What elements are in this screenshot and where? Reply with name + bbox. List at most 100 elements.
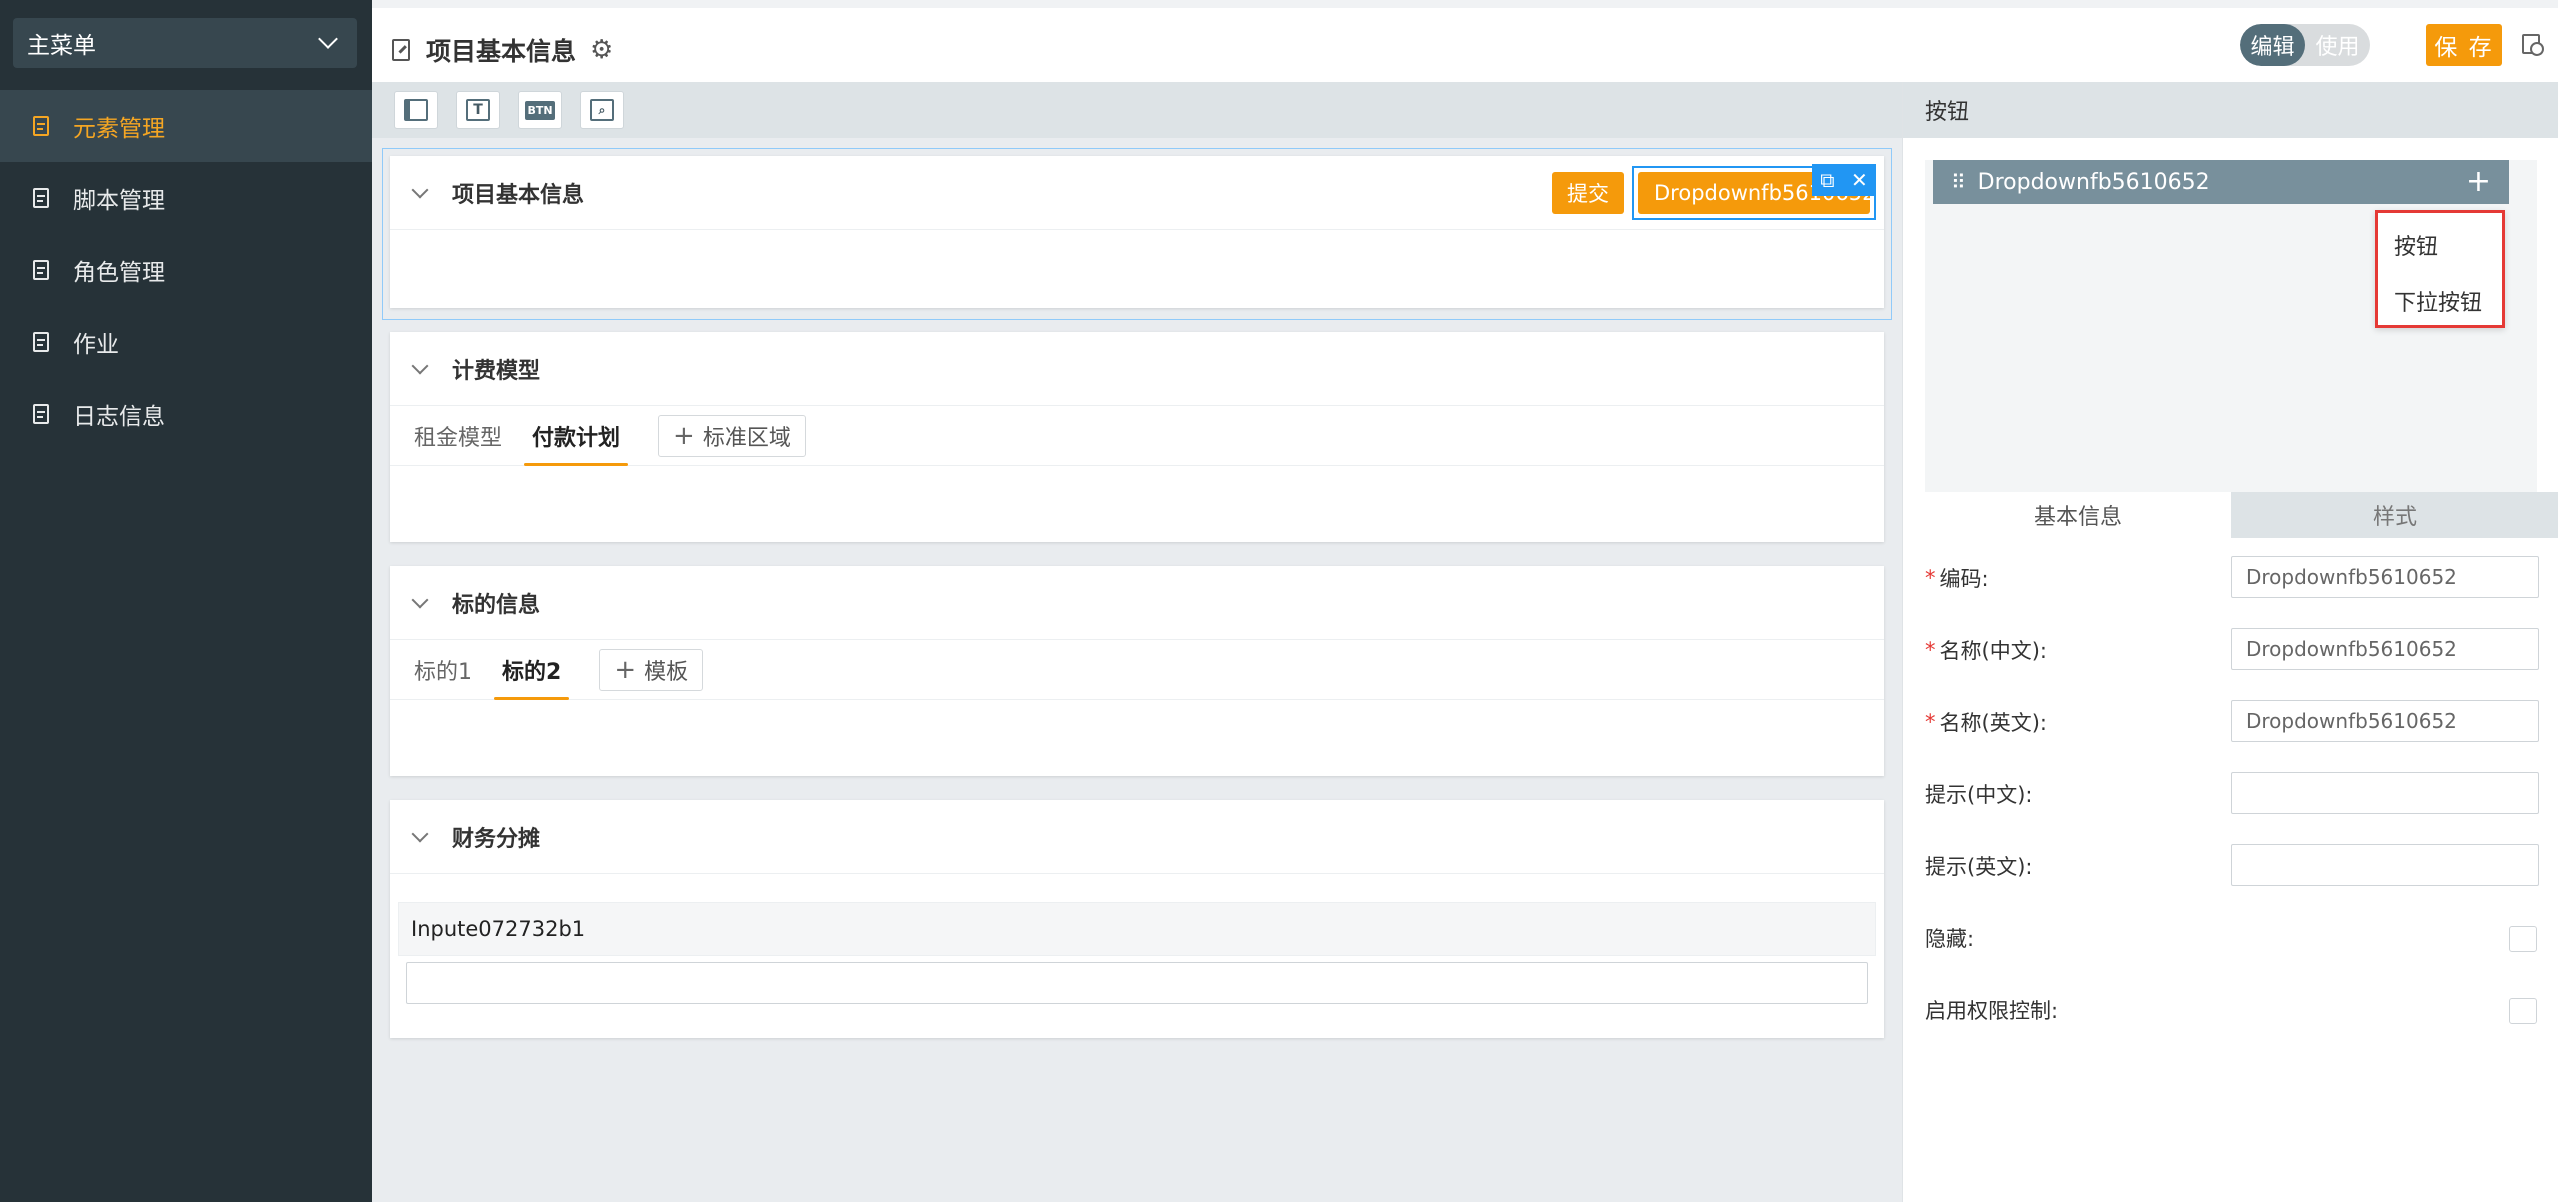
add-tab-label: 模板: [644, 659, 689, 685]
button-list-item[interactable]: ⠿ Dropdownfb5610652 +: [1933, 160, 2509, 204]
sidebar-item-role-management[interactable]: 角色管理: [0, 234, 372, 306]
name-en-input[interactable]: Dropdownfb5610652: [2231, 700, 2539, 742]
plus-icon: +: [614, 654, 637, 685]
text-tool-button[interactable]: T: [456, 91, 500, 129]
add-icon[interactable]: +: [2466, 164, 2491, 199]
tab-subject-1[interactable]: 标的1: [414, 640, 472, 700]
hint-cn-input[interactable]: [2231, 772, 2539, 814]
layout-icon: [404, 99, 428, 121]
name-cn-input[interactable]: Dropdownfb5610652: [2231, 628, 2539, 670]
button-list-item-label: Dropdownfb5610652: [1977, 169, 2210, 195]
page-title: 项目基本信息 ⚙: [392, 32, 613, 68]
settings-copy-icon[interactable]: [2522, 34, 2544, 56]
required-marker: *: [1925, 566, 1936, 590]
page-title-text: 项目基本信息: [426, 37, 577, 66]
component-toolbar: T BTN ⌕: [372, 82, 1902, 138]
input-field-label[interactable]: Inpute072732b1: [398, 902, 1876, 956]
form-label: 提示(中文):: [1925, 783, 2033, 807]
form-row-name-en: * 名称(英文): Dropdownfb5610652: [1925, 700, 2539, 744]
document-icon: [33, 332, 49, 352]
document-icon: [33, 260, 49, 280]
button-tool-button[interactable]: BTN: [518, 91, 562, 129]
hidden-checkbox[interactable]: [2509, 926, 2537, 952]
main-menu-label: 主菜单: [27, 33, 96, 59]
panel-title: 财务分摊: [452, 826, 541, 852]
chevron-down-icon[interactable]: [411, 181, 429, 198]
dropdown-option-dropdown-button[interactable]: 下拉按钮: [2378, 273, 2502, 329]
sidebar: 主菜单 元素管理 脚本管理 角色管理 作业 日志信息: [0, 0, 372, 1202]
sidebar-item-element-management[interactable]: 元素管理: [0, 90, 372, 162]
sidebar-item-label: 脚本管理: [73, 188, 165, 214]
chevron-down-icon[interactable]: [411, 357, 429, 374]
query-tool-button[interactable]: ⌕: [580, 91, 624, 129]
sidebar-nav: 元素管理 脚本管理 角色管理 作业 日志信息: [0, 90, 372, 450]
document-icon: [33, 404, 49, 424]
sidebar-item-jobs[interactable]: 作业: [0, 306, 372, 378]
form-row-hint-en: 提示(英文):: [1925, 844, 2539, 888]
sidebar-item-label: 作业: [73, 332, 119, 358]
tab-payment-plan[interactable]: 付款计划: [524, 406, 629, 466]
document-icon: [33, 188, 49, 208]
chevron-down-icon[interactable]: [411, 825, 429, 842]
submit-button[interactable]: 提交: [1552, 172, 1624, 214]
sidebar-item-label: 角色管理: [73, 260, 165, 286]
add-tab-label: 标准区域: [702, 425, 791, 451]
code-input[interactable]: Dropdownfb5610652: [2231, 556, 2539, 598]
required-marker: *: [1925, 638, 1936, 662]
form-row-hint-cn: 提示(中文):: [1925, 772, 2539, 816]
panel-billing-model[interactable]: 计费模型 租金模型 付款计划 + 标准区域: [390, 332, 1884, 542]
panel-tabs: 标的1 标的2 + 模板: [390, 640, 1884, 700]
save-button[interactable]: 保 存: [2426, 24, 2502, 66]
add-template-button[interactable]: + 模板: [599, 648, 704, 691]
tab-subject-2[interactable]: 标的2: [494, 640, 570, 700]
properties-tabs: 基本信息 样式: [1925, 492, 2558, 538]
header: 项目基本信息 ⚙ 编辑 使用 保 存: [372, 0, 2558, 82]
tab-style[interactable]: 样式: [2231, 492, 2558, 538]
selection-actions: ⧉ ✕: [1812, 164, 1876, 196]
form-row-permission: 启用权限控制:: [1925, 988, 2539, 1032]
panel-subject-info[interactable]: 标的信息 标的1 标的2 + 模板: [390, 566, 1884, 776]
permission-control-checkbox[interactable]: [2509, 998, 2537, 1024]
form-label: 提示(英文):: [1925, 855, 2033, 879]
mode-edit-option[interactable]: 编辑: [2240, 24, 2305, 66]
sidebar-item-label: 日志信息: [73, 404, 165, 430]
panel-header[interactable]: 财务分摊: [390, 800, 1884, 874]
panel-tabs: 租金模型 付款计划 + 标准区域: [390, 406, 1884, 466]
sidebar-item-script-management[interactable]: 脚本管理: [0, 162, 372, 234]
properties-panel: 按钮 ⠿ Dropdownfb5610652 + 按钮 下拉按钮 基本信息 样式…: [1902, 82, 2558, 1202]
document-icon: [33, 116, 49, 136]
add-standard-area-button[interactable]: + 标准区域: [658, 414, 806, 457]
panel-header[interactable]: 标的信息: [390, 566, 1884, 640]
gear-icon[interactable]: ⚙: [590, 35, 613, 65]
form-row-name-cn: * 名称(中文): Dropdownfb5610652: [1925, 628, 2539, 672]
button-icon: BTN: [525, 100, 555, 120]
search-form-icon: ⌕: [590, 99, 614, 121]
form-label: 隐藏:: [1925, 927, 1975, 951]
panel-title: 标的信息: [452, 592, 541, 618]
required-marker: *: [1925, 710, 1936, 734]
sidebar-item-logs[interactable]: 日志信息: [0, 378, 372, 450]
panel-title: 计费模型: [452, 358, 541, 384]
edit-document-icon: [392, 39, 410, 61]
sidebar-item-label: 元素管理: [73, 116, 165, 142]
plus-icon: +: [673, 420, 695, 451]
tab-rent-model[interactable]: 租金模型: [414, 406, 502, 466]
mode-toggle[interactable]: 编辑 使用: [2240, 24, 2370, 66]
form-label: 编码:: [1939, 567, 1989, 591]
input-field[interactable]: [406, 962, 1868, 1004]
dropdown-option-button[interactable]: 按钮: [2378, 217, 2502, 273]
main-menu-select[interactable]: 主菜单: [13, 18, 357, 68]
layout-tool-button[interactable]: [394, 91, 438, 129]
drag-handle-icon[interactable]: ⠿: [1951, 170, 1966, 194]
form-label: 名称(中文):: [1939, 639, 2047, 663]
mode-use-option[interactable]: 使用: [2305, 24, 2370, 66]
chevron-down-icon[interactable]: [411, 591, 429, 608]
panel-header[interactable]: 计费模型: [390, 332, 1884, 406]
add-type-dropdown: 按钮 下拉按钮: [2375, 210, 2505, 328]
close-icon[interactable]: ✕: [1851, 168, 1868, 192]
hint-en-input[interactable]: [2231, 844, 2539, 886]
copy-icon[interactable]: ⧉: [1820, 168, 1834, 192]
panel-title: 项目基本信息: [452, 182, 585, 208]
form-row-hidden: 隐藏:: [1925, 916, 2539, 960]
tab-basic-info[interactable]: 基本信息: [1925, 492, 2231, 538]
